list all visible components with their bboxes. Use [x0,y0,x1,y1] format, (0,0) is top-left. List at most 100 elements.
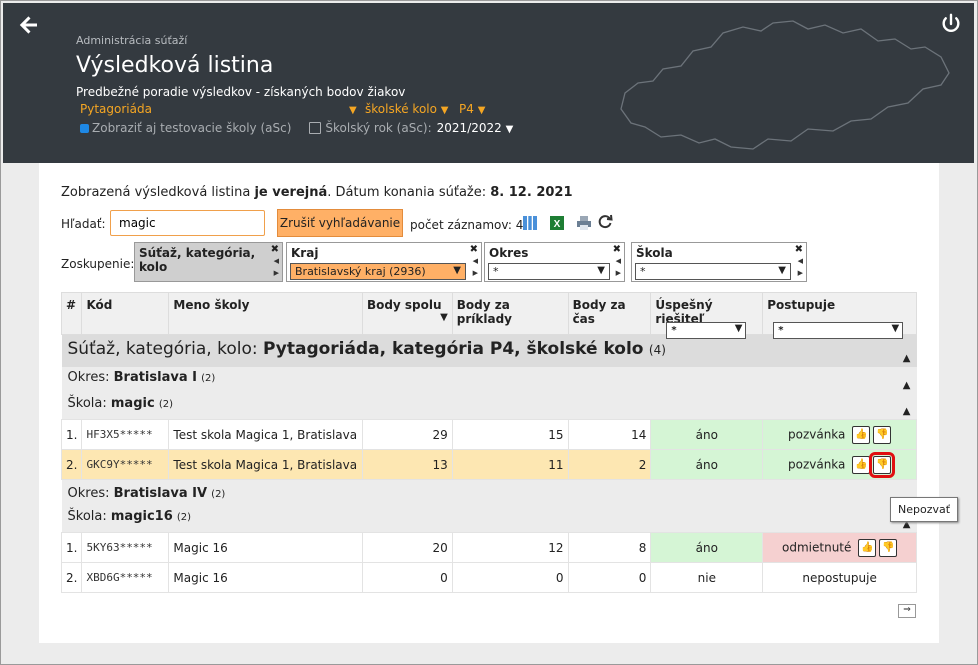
checkbox-icon[interactable] [80,123,89,133]
cell-tasks: 11 [451,449,569,480]
group-box-title: Okres [489,246,529,260]
group-prefix: Okres: [67,369,110,385]
group-prefix: Okres: [67,485,110,501]
competition-select[interactable]: Pytagoriáda [80,102,152,116]
table-row[interactable]: 1. HF3X5***** Test skola Magica 1, Brati… [60,419,917,450]
group-row-okres[interactable]: Okres: Bratislava I (2) ▲ [61,367,917,393]
test-schools-checkbox-row[interactable]: Zobraziť aj testovacie školy (aSc) Škols… [80,121,513,135]
category-value: P4 [459,102,474,116]
close-icon[interactable]: ✖ [795,244,803,255]
collapse-icon[interactable]: ▲ [903,380,911,391]
group-box-kraj[interactable]: Kraj ✖ ◀ ▶ Bratislavský kraj (2936) ▼ [286,242,482,282]
cell-tasks: 12 [451,532,569,563]
page-subtitle: Predbežné poradie výsledkov - získaných … [76,85,406,99]
col-header-code[interactable]: Kód [81,292,170,335]
advance-status: pozvánka [787,427,846,441]
category-select[interactable]: P4 ▼ [459,102,485,116]
info-public: je verejná [254,185,328,200]
group-box-skola[interactable]: Škola ✖ ◀ ▶ * ▼ [631,242,807,282]
col-header-total[interactable]: Body spolu ▼ [361,292,453,335]
col-header-time[interactable]: Body za čas [567,292,652,335]
group-row-skola[interactable]: Škola: magic (2) ▲ [61,393,917,420]
advances-filter-select[interactable]: * ▼ [773,322,904,339]
col-header-number[interactable]: # [60,292,83,335]
arrow-left-icon[interactable]: ◀ [616,257,621,265]
tooltip: Nepozvať [890,497,959,522]
category-chevron-icon: ▼ [477,105,486,116]
group-count: (2) [176,511,192,523]
kraj-select[interactable]: Bratislavský kraj (2936) ▼ [290,263,466,280]
sort-desc-icon: ▼ [440,312,448,323]
cell-total: 20 [361,532,453,563]
cell-time: 8 [567,532,652,563]
school-year-chevron-icon: ▼ [505,124,514,135]
cell-number: 2. [60,562,83,593]
info-date-label: . Dátum konania súťaže: [327,185,487,200]
refresh-icon[interactable] [597,213,613,229]
test-schools-label: Zobraziť aj testovacie školy (aSc) [92,121,292,135]
print-icon[interactable] [576,215,592,231]
cell-code: XBD6G***** [81,562,170,593]
record-count: počet záznamov: 4 [410,218,524,232]
arrow-left-icon[interactable]: ◀ [473,257,478,265]
page-title: Výsledková listina [76,53,274,78]
collapse-icon[interactable]: ▲ [903,406,911,417]
col-header-advances[interactable]: Postupuje * ▼ [762,292,917,339]
thumbs-up-icon[interactable]: 👍 [852,425,871,444]
cell-school: Magic 16 [168,532,363,563]
search-input[interactable] [110,210,265,236]
col-header-tasks[interactable]: Body za príklady [451,292,569,335]
grouping-label: Zoskupenie: [61,257,135,271]
advance-status: odmietnuté [782,540,852,554]
group-prefix: Škola: [67,508,107,524]
group-row-competition[interactable]: Súťaž, kategória, kolo: Pytagoriáda, kat… [61,334,917,367]
back-arrow-icon[interactable] [17,13,41,37]
round-select[interactable]: školské kolo ▼ [365,102,449,116]
skola-select[interactable]: * ▼ [635,263,791,280]
arrow-left-icon[interactable]: ◀ [274,257,279,265]
arrow-right-icon[interactable]: ▶ [473,269,478,277]
next-page-icon[interactable]: ⇒ [898,604,916,618]
close-icon[interactable]: ✖ [271,244,279,255]
header-label: # [66,298,77,312]
close-icon[interactable]: ✖ [470,244,478,255]
table-row[interactable]: 1. 5KY63***** Magic 16 20 12 8 áno odmie… [60,532,917,563]
group-box-okres[interactable]: Okres ✖ ◀ ▶ * ▼ [484,242,625,282]
group-box-competition[interactable]: Súťaž, kategória, kolo ✖ ◀ ▶ [134,242,283,282]
group-name: magic [110,395,155,411]
close-icon[interactable]: ✖ [613,244,621,255]
info-line: Zobrazená výsledková listina je verejná.… [61,185,573,200]
table-row[interactable]: 2. XBD6G***** Magic 16 0 0 0 nie nepostu… [60,562,917,593]
group-row-skola[interactable]: Škola: magic16 (2) ▲ [61,506,917,533]
thumbs-up-icon[interactable]: 👍 [858,538,877,557]
table-row[interactable]: 2. GKC9Y***** Test skola Magica 1, Brati… [60,449,917,480]
cell-advances: odmietnuté 👍 👎 [762,532,917,563]
cell-school: Magic 16 [168,562,363,593]
school-year-value: 2021/2022 [436,121,502,135]
group-row-okres[interactable]: Okres: Bratislava IV (2) [61,479,917,506]
arrow-left-icon[interactable]: ◀ [798,257,803,265]
header-label: Body spolu [366,298,442,312]
thumbs-down-icon[interactable]: 👎 [879,538,898,557]
school-year-select[interactable]: 2021/2022 ▼ [437,121,514,135]
school-year-label: Školský rok (aSc): [325,121,432,135]
collapse-icon[interactable]: ▲ [903,353,911,364]
arrow-right-icon[interactable]: ▶ [798,269,803,277]
cancel-search-button[interactable]: Zrušiť vyhľadávanie [277,209,403,237]
thumbs-up-icon[interactable]: 👍 [852,455,871,474]
arrow-right-icon[interactable]: ▶ [274,269,279,277]
arrow-right-icon[interactable]: ▶ [616,269,621,277]
info-date: 8. 12. 2021 [490,185,573,200]
competition-chevron-icon[interactable]: ▼ [349,102,357,116]
col-header-school[interactable]: Meno školy [168,292,363,335]
success-filter-select[interactable]: * ▼ [666,322,747,339]
cell-number: 1. [60,419,83,450]
columns-icon[interactable] [522,215,538,231]
thumbs-down-icon[interactable]: 👎 [869,451,896,478]
col-header-success[interactable]: Úspešný riešiteľ * ▼ [650,292,764,339]
group-name: Bratislava I [113,369,197,385]
excel-icon[interactable]: X [549,215,565,231]
okres-select[interactable]: * ▼ [488,263,610,280]
thumbs-down-icon[interactable]: 👎 [873,425,892,444]
cell-success: áno [650,419,764,450]
